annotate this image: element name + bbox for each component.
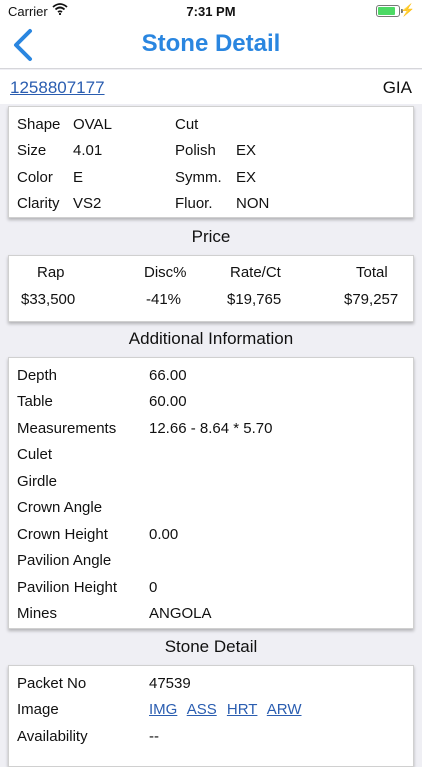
additional-value-measurements: 12.66 - 8.64 * 5.70 — [149, 420, 273, 437]
additional-label-culet: Culet — [17, 446, 53, 463]
additional-value-table: 60.00 — [149, 393, 187, 410]
stone-id-link[interactable]: 1258807177 — [10, 78, 105, 98]
image-link-ass[interactable]: ASS — [187, 701, 217, 718]
additional-label-crown-angle: Crown Angle — [17, 499, 103, 516]
packet-no-value: 47539 — [149, 675, 191, 692]
spec-label-shape: Shape — [17, 116, 61, 133]
additional-value-pavilion-height: 0 — [149, 579, 158, 596]
price-value-disc: -41% — [146, 291, 182, 308]
additional-value-crown-height: 0.00 — [149, 526, 179, 543]
charging-icon: ⚡ — [400, 3, 415, 17]
image-link-img[interactable]: IMG — [149, 701, 177, 718]
spec-label-cut: Cut — [175, 116, 199, 133]
additional-label-measurements: Measurements — [17, 420, 117, 437]
spec-value-shape: OVAL — [73, 116, 112, 133]
additional-label-crown-height: Crown Height — [17, 526, 108, 543]
availability-value: -- — [149, 728, 159, 745]
stone-detail-card: Packet No 47539 Image IMG ASS HRT ARW Av… — [8, 665, 414, 767]
stone-detail-section-title: Stone Detail — [164, 637, 258, 656]
price-value-rate: $19,765 — [227, 291, 282, 308]
price-value-total: $79,257 — [344, 291, 399, 308]
spec-value-fluorescence: NON — [236, 195, 270, 212]
price-header-rate: Rate/Ct — [230, 264, 281, 281]
spec-label-size: Size — [17, 142, 47, 159]
status-bar: Carrier 7:31 PM ⚡ — [0, 0, 422, 22]
image-link-hrt[interactable]: HRT — [227, 701, 258, 718]
lab-label: GIA — [382, 78, 412, 97]
spec-label-fluorescence: Fluor. — [175, 195, 213, 212]
status-time: 7:31 PM — [186, 4, 236, 19]
price-header-total: Total — [356, 264, 388, 281]
spec-label-polish: Polish — [175, 142, 216, 159]
price-header-rap: Rap — [37, 264, 65, 281]
additional-card: Depth 66.00 Table 60.00 Measurements 12.… — [8, 357, 414, 629]
price-header-disc: Disc% — [144, 264, 187, 281]
spec-value-color: E — [73, 169, 84, 186]
image-label: Image — [17, 701, 59, 718]
spec-label-symmetry: Symm. — [175, 169, 222, 186]
price-section-title: Price — [191, 227, 231, 246]
spec-value-size: 4.01 — [73, 142, 103, 159]
stone-id-row: 1258807177 GIA — [0, 70, 422, 104]
spec-value-polish: EX — [236, 142, 257, 159]
price-value-rap: $33,500 — [21, 291, 76, 308]
price-card: Rap Disc% Rate/Ct Total $33,500 -41% $19… — [8, 255, 414, 322]
image-link-arw[interactable]: ARW — [267, 701, 302, 718]
packet-no-label: Packet No — [17, 675, 87, 692]
additional-label-pavilion-angle: Pavilion Angle — [17, 552, 112, 569]
additional-label-pavilion-height: Pavilion Height — [17, 579, 118, 596]
additional-label-girdle: Girdle — [17, 473, 58, 490]
availability-label: Availability — [17, 728, 88, 745]
additional-label-table: Table — [17, 393, 53, 410]
page-title: Stone Detail — [141, 30, 281, 57]
spec-value-clarity: VS2 — [73, 195, 102, 212]
additional-value-mines: ANGOLA — [149, 605, 212, 622]
spec-label-clarity: Clarity — [17, 195, 60, 212]
image-links: IMG ASS HRT ARW — [149, 701, 308, 718]
additional-label-mines: Mines — [17, 605, 58, 622]
additional-section-title: Additional Information — [128, 329, 294, 348]
spec-label-color: Color — [17, 169, 53, 186]
specs-card: Shape OVAL Size 4.01 Color E Clarity VS2… — [8, 106, 414, 218]
navigation-bar: Stone Detail — [0, 22, 422, 69]
additional-value-depth: 66.00 — [149, 367, 187, 384]
battery-icon — [376, 5, 403, 17]
additional-label-depth: Depth — [17, 367, 58, 384]
spec-value-symmetry: EX — [236, 169, 257, 186]
